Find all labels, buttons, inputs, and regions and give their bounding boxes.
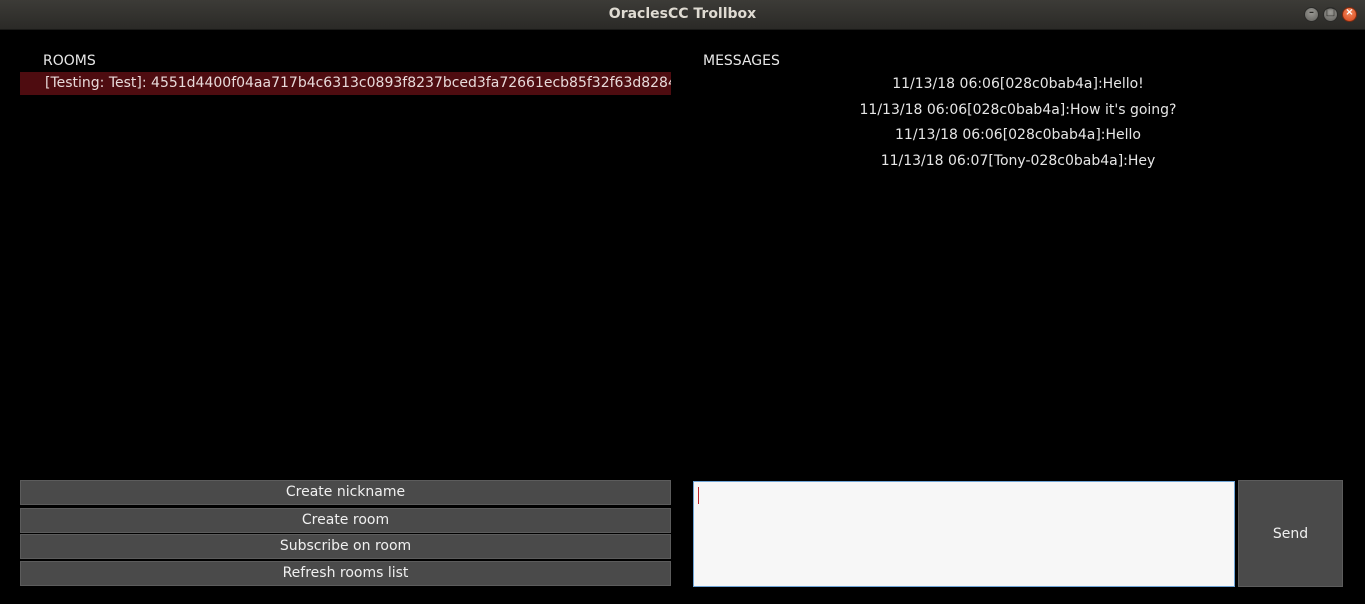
maximize-icon: □: [1325, 7, 1336, 18]
subscribe-room-button[interactable]: Subscribe on room: [20, 534, 671, 559]
window-title: OraclesCC Trollbox: [608, 6, 757, 22]
room-list-item[interactable]: [Testing: Test]: 4551d4400f04aa717b4c631…: [20, 72, 671, 95]
message-item: 11/13/18 06:06[028c0bab4a]:Hello!: [892, 76, 1144, 92]
refresh-rooms-button[interactable]: Refresh rooms list: [20, 561, 671, 586]
maximize-button[interactable]: □: [1323, 7, 1338, 22]
app-window: OraclesCC Trollbox – □ × ROOMS [Testing:…: [0, 0, 1365, 604]
close-button[interactable]: ×: [1342, 7, 1357, 22]
message-item: 11/13/18 06:07[Tony-028c0bab4a]:Hey: [880, 152, 1156, 169]
message-list: 11/13/18 06:06[028c0bab4a]:Hello! 11/13/…: [693, 74, 1343, 176]
rooms-heading: ROOMS: [43, 53, 96, 69]
title-bar[interactable]: OraclesCC Trollbox – □ ×: [0, 0, 1365, 30]
message-input[interactable]: [693, 481, 1235, 587]
messages-heading: MESSAGES: [703, 53, 780, 69]
close-icon: ×: [1345, 7, 1354, 18]
message-item: 11/13/18 06:06[028c0bab4a]:Hello: [895, 127, 1141, 144]
minimize-button[interactable]: –: [1304, 7, 1319, 22]
create-nickname-button[interactable]: Create nickname: [20, 480, 671, 505]
create-room-button[interactable]: Create room: [20, 508, 671, 533]
text-caret: [698, 487, 699, 504]
send-button[interactable]: Send: [1238, 480, 1343, 587]
message-item: 11/13/18 06:06[028c0bab4a]:How it's goin…: [859, 101, 1177, 118]
minimize-icon: –: [1309, 7, 1314, 18]
